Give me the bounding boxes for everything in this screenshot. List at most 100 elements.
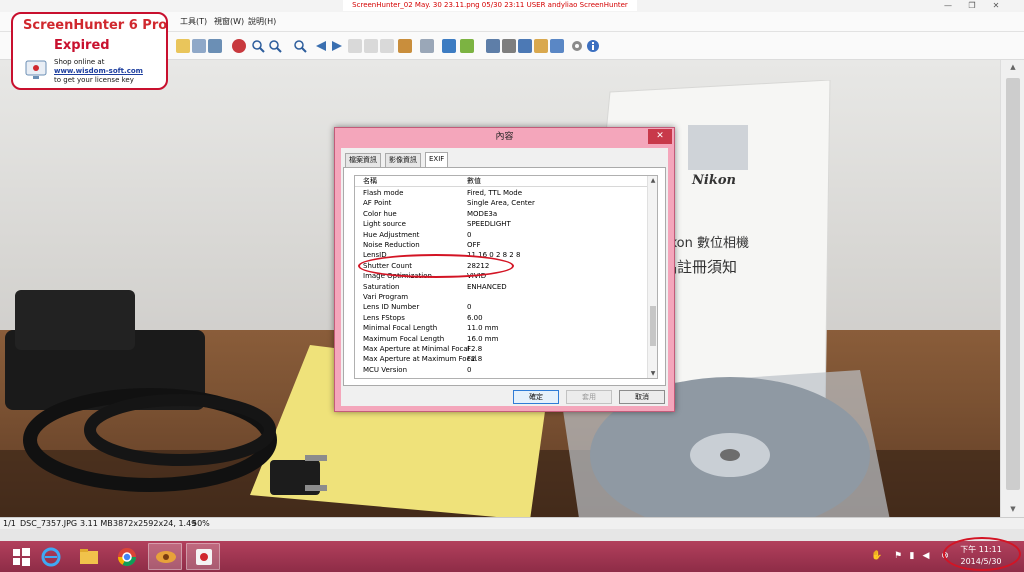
gear-icon[interactable] bbox=[570, 39, 584, 53]
list-item[interactable]: Noise Reduction OFF bbox=[355, 240, 647, 251]
chrome-icon[interactable] bbox=[110, 543, 144, 570]
list-item[interactable]: Light source SPEEDLIGHT bbox=[355, 219, 647, 230]
list-item[interactable]: Lens FStops 6.00 bbox=[355, 313, 647, 324]
volume-tray-icon[interactable]: ◀ bbox=[921, 550, 931, 562]
apply-button[interactable]: 套用 bbox=[566, 390, 612, 404]
list-item-value: F2.8 bbox=[467, 345, 483, 353]
list-item-value: 0 bbox=[467, 303, 472, 312]
list-item[interactable]: Minimal Focal Length 11.0 mm bbox=[355, 323, 647, 334]
list-scroll-thumb[interactable] bbox=[650, 306, 656, 346]
ok-button[interactable]: 確定 bbox=[513, 390, 559, 404]
close-window-button[interactable]: ✕ bbox=[984, 1, 1008, 11]
list-item[interactable]: Max Aperture at Maximum Focal F2.8 bbox=[355, 354, 647, 365]
flag-tray-icon[interactable]: ⚑ bbox=[893, 550, 903, 562]
actual-size-icon[interactable] bbox=[364, 39, 378, 53]
watermark-status: Expired bbox=[54, 38, 110, 53]
fullscreen-icon[interactable] bbox=[380, 39, 394, 53]
list-item[interactable]: Lens ID Number 0 bbox=[355, 302, 647, 313]
column-header-name[interactable]: 名稱 bbox=[363, 176, 377, 187]
svg-text:Nikon: Nikon bbox=[691, 173, 736, 188]
image-viewer-icon[interactable] bbox=[148, 543, 182, 570]
scroll-down-icon[interactable]: ▼ bbox=[1007, 504, 1019, 514]
list-item[interactable]: Vari Program bbox=[355, 292, 647, 303]
menu-help[interactable]: 說明(H) bbox=[248, 16, 276, 28]
watermark-line-3: to get your license key bbox=[54, 76, 134, 84]
minimize-button[interactable]: — bbox=[936, 1, 960, 11]
tab-file-info[interactable]: 檔案資訊 bbox=[345, 153, 381, 167]
list-item-name: MCU Version bbox=[363, 365, 408, 374]
restore-button[interactable]: ❐ bbox=[960, 1, 984, 11]
info-icon[interactable] bbox=[586, 39, 600, 53]
list-item[interactable]: Max Aperture at Minimal Focal F2.8 bbox=[355, 344, 647, 355]
taskbar: ✋ ⚑ ▮ ◀ ⊗ 下午 11:11 2014/5/30 bbox=[0, 537, 1024, 572]
window-bottom-frame bbox=[0, 529, 1024, 541]
clock-annotation-ellipse bbox=[943, 537, 1021, 571]
scroll-up-icon[interactable]: ▲ bbox=[1007, 62, 1019, 72]
crop-icon[interactable] bbox=[442, 39, 456, 53]
menu-tools[interactable]: 工具(T) bbox=[180, 16, 207, 28]
next-icon[interactable] bbox=[330, 39, 344, 53]
tab-exif[interactable]: EXIF bbox=[425, 152, 449, 167]
shutter-count-annotation-ellipse bbox=[358, 254, 514, 278]
list-item-value: MODE3a bbox=[467, 209, 498, 218]
list-item-name: Maximum Focal Length bbox=[363, 334, 445, 343]
fit-window-icon[interactable] bbox=[348, 39, 362, 53]
list-scrollbar[interactable]: ▲ ▼ bbox=[647, 176, 657, 378]
list-item-name: AF Point bbox=[363, 199, 392, 208]
scrollbar-thumb[interactable] bbox=[1006, 78, 1020, 490]
open-folder-icon[interactable] bbox=[176, 39, 190, 53]
exif-list[interactable]: 名稱 數值 Flash mode Fired, TTL Mode AF Point S… bbox=[354, 175, 658, 379]
watermark-site-link: www.wisdom-soft.com bbox=[54, 67, 143, 75]
zoom-in-icon[interactable] bbox=[251, 39, 265, 53]
copy-icon[interactable] bbox=[420, 39, 434, 53]
watermark-brand: ScreenHunter 6 Pro bbox=[23, 18, 168, 33]
save-icon[interactable] bbox=[192, 39, 206, 53]
tab-image-info[interactable]: 影像資訊 bbox=[385, 153, 421, 167]
list-item-value: 0 bbox=[467, 365, 472, 374]
list-item-value: F2.8 bbox=[467, 355, 483, 364]
list-item-name: Saturation bbox=[363, 282, 400, 291]
list-item-value: Fired, TTL Mode bbox=[467, 189, 523, 197]
hand-tray-icon[interactable]: ✋ bbox=[871, 550, 882, 562]
dialog-close-button[interactable]: ✕ bbox=[648, 129, 672, 144]
zoom-icon[interactable] bbox=[268, 39, 282, 53]
scan-icon[interactable] bbox=[518, 39, 532, 53]
monitor-icon[interactable] bbox=[550, 39, 564, 53]
menu-window[interactable]: 視窗(W) bbox=[214, 16, 244, 28]
list-item-name: Color hue bbox=[363, 209, 397, 218]
list-item[interactable]: Saturation ENHANCED bbox=[355, 282, 647, 293]
cancel-button[interactable]: 取消 bbox=[619, 390, 665, 404]
list-item[interactable]: MCU Version 0 bbox=[355, 365, 647, 376]
file-explorer-icon[interactable] bbox=[72, 543, 106, 570]
printer-icon[interactable] bbox=[502, 39, 516, 53]
list-item[interactable]: Color hue MODE3a bbox=[355, 209, 647, 220]
list-item-name: Max Aperture at Maximum Focal bbox=[363, 355, 477, 364]
list-item[interactable]: Hue Adjustment 0 bbox=[355, 230, 647, 241]
watermark-line-1: Shop online at bbox=[54, 58, 105, 66]
list-item[interactable]: Maximum Focal Length 16.0 mm bbox=[355, 334, 647, 345]
gallery-icon[interactable] bbox=[534, 39, 548, 53]
binoculars-icon[interactable] bbox=[486, 39, 500, 53]
list-item-value: SPEEDLIGHT bbox=[467, 220, 511, 229]
screenhunter-icon[interactable] bbox=[186, 543, 220, 570]
list-item-name: Lens ID Number bbox=[363, 303, 420, 312]
zoom-out-icon[interactable] bbox=[293, 39, 307, 53]
list-item[interactable]: AF Point Single Area, Center bbox=[355, 198, 647, 209]
column-header-value[interactable]: 數值 bbox=[467, 176, 481, 187]
internet-explorer-icon[interactable] bbox=[34, 543, 68, 570]
network-tray-icon[interactable]: ▮ bbox=[907, 550, 917, 562]
list-scroll-up-icon[interactable]: ▲ bbox=[648, 176, 657, 185]
color-icon[interactable] bbox=[460, 39, 474, 53]
previous-icon[interactable] bbox=[314, 39, 328, 53]
start-icon[interactable] bbox=[4, 543, 38, 570]
properties-dialog: 內容 ✕ 檔案資訊 影像資訊 EXIF 名稱 數值 Flash mode Fire… bbox=[334, 127, 675, 412]
print-preview-icon[interactable] bbox=[208, 39, 222, 53]
record-icon[interactable] bbox=[232, 39, 246, 53]
list-item-value: 16.0 mm bbox=[467, 334, 499, 343]
list-header: 名稱 數值 bbox=[355, 176, 647, 187]
list-item[interactable]: Flash mode Fired, TTL Mode bbox=[355, 188, 647, 199]
list-scroll-down-icon[interactable]: ▼ bbox=[648, 369, 657, 378]
list-item-value: 11.0 mm bbox=[467, 324, 499, 333]
slideshow-icon[interactable] bbox=[398, 39, 412, 53]
vertical-scrollbar[interactable]: ▲ ▼ bbox=[1000, 60, 1024, 517]
